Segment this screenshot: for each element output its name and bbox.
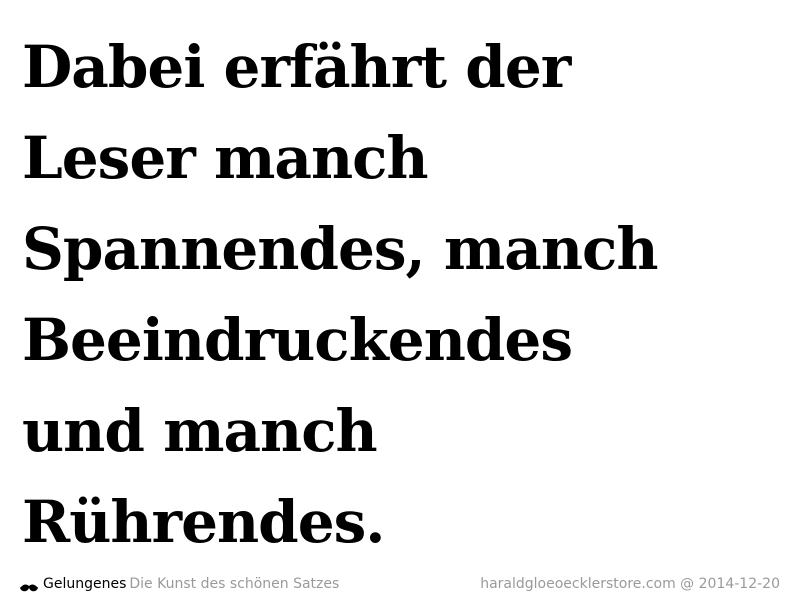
source-credit: haraldgloeoecklerstore.com @ 2014-12-20 (480, 576, 780, 592)
brand-tagline: Die Kunst des schönen Satzes (129, 576, 340, 592)
quote-line: Rührendes. (22, 488, 385, 556)
quote-line: Beeindruckendes (22, 306, 573, 374)
quote-line: Spannendes, manch (22, 215, 659, 283)
quote-line: und manch (22, 397, 378, 465)
quote-line: Leser manch (22, 124, 429, 192)
footer: Gelungenes Die Kunst des schönen Satzes … (20, 574, 780, 594)
mustache-icon (20, 579, 38, 592)
quote-line: Dabei erfährt der (22, 33, 571, 101)
quote-text: Dabei erfährt der Leser manch Spannendes… (22, 22, 792, 568)
brand-name: Gelungenes (43, 576, 127, 592)
